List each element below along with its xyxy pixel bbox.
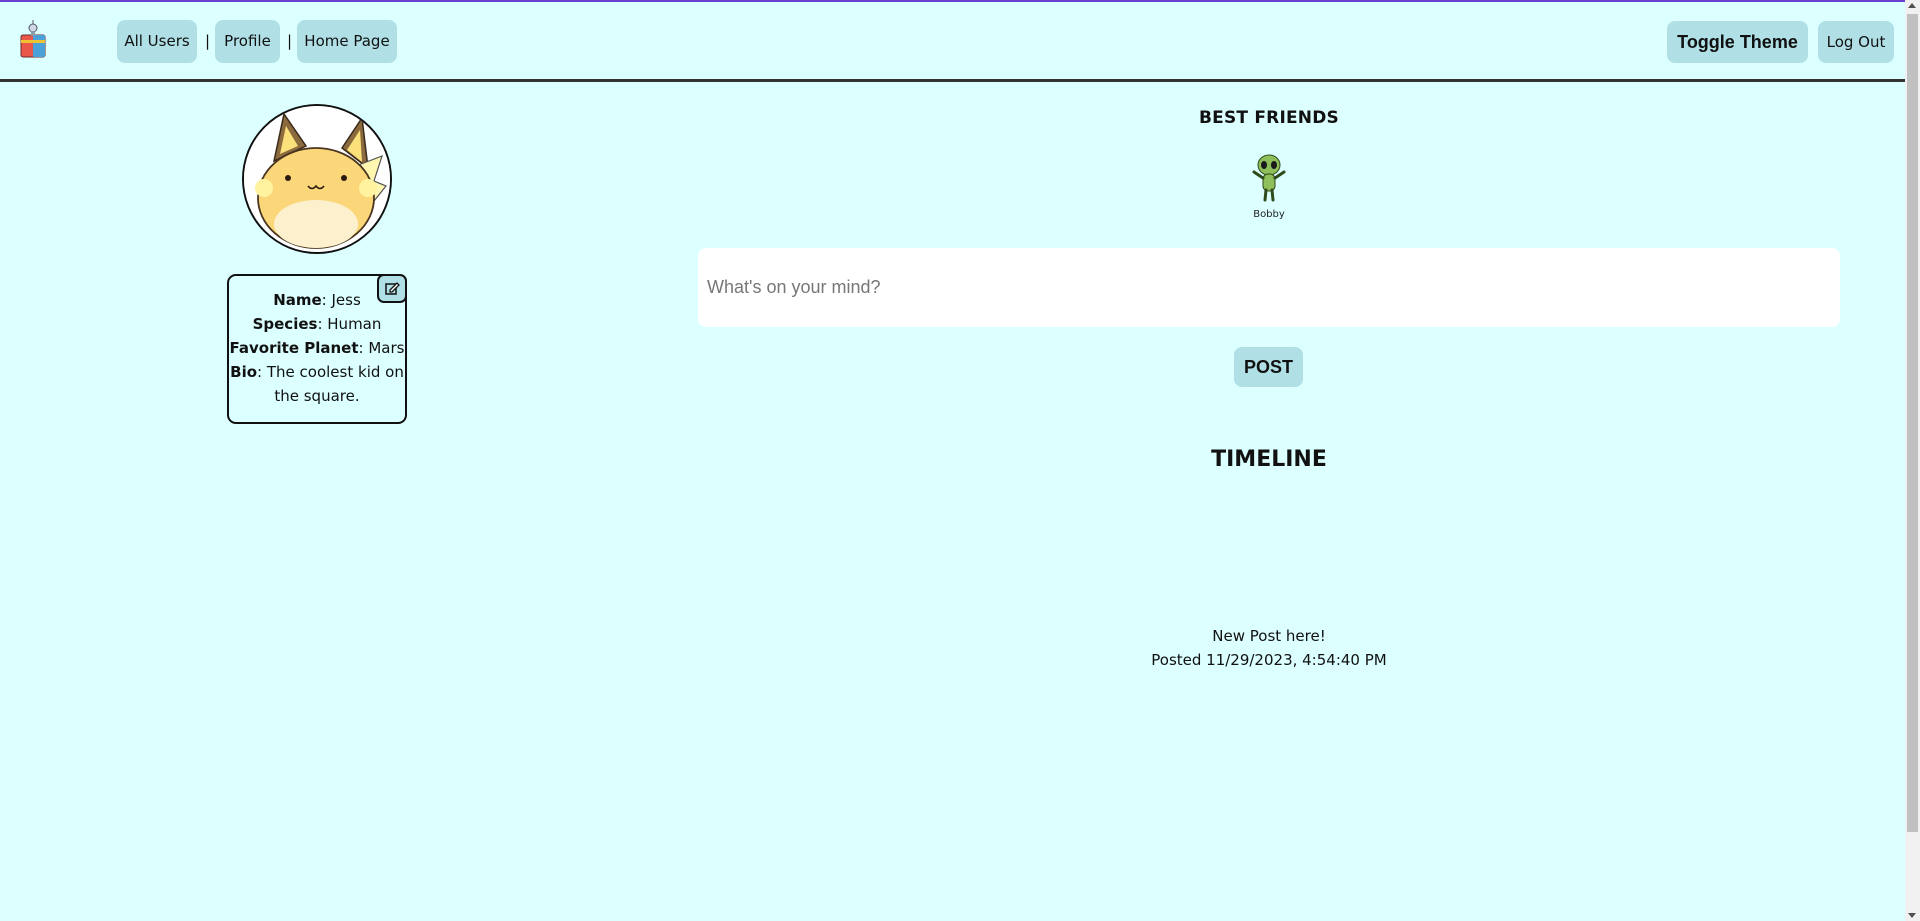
edit-profile-button[interactable] <box>377 274 407 303</box>
profile-name: Jess <box>331 291 361 309</box>
logout-button[interactable]: Log Out <box>1818 21 1894 63</box>
profile-bio: The coolest kid on the square. <box>266 363 404 405</box>
nav-separator: | <box>287 32 293 50</box>
friend-name: Bobby <box>1253 209 1285 220</box>
top-nav-bar: All Users | Profile | Home Page Toggle T… <box>0 2 1905 82</box>
post-input[interactable] <box>698 248 1840 327</box>
friend-card[interactable]: Bobby <box>1238 152 1300 220</box>
edit-icon <box>385 282 400 295</box>
nav-separator: | <box>205 32 211 50</box>
nav-home-page[interactable]: Home Page <box>297 20 397 63</box>
profile-planet: Mars <box>368 339 405 357</box>
alien-avatar-icon <box>1252 154 1286 202</box>
scrollbar-thumb[interactable] <box>1907 14 1918 832</box>
post-timestamp: Posted 11/29/2023, 4:54:40 PM <box>1151 651 1387 669</box>
nav-profile[interactable]: Profile <box>215 20 280 63</box>
profile-info-card: Name: Jess Species: Human Favorite Plane… <box>227 274 407 424</box>
planet-label: Favorite Planet <box>229 339 359 357</box>
nav-all-users[interactable]: All Users <box>117 20 197 63</box>
name-label: Name <box>273 291 322 309</box>
profile-species-row: Species: Human <box>252 315 382 333</box>
timeline-heading: TIMELINE <box>1211 447 1327 472</box>
profile-bio-row: Bio: The coolest kid on the square. <box>230 363 404 405</box>
toggle-theme-button[interactable]: Toggle Theme <box>1667 21 1808 63</box>
timeline-post: New Post here! Posted 11/29/2023, 4:54:4… <box>1100 624 1438 672</box>
best-friends-heading: BEST FRIENDS <box>1199 108 1339 128</box>
profile-planet-row: Favorite Planet: Mars <box>229 339 405 357</box>
vertical-scrollbar[interactable] <box>1905 0 1920 921</box>
scroll-up-arrow-icon[interactable] <box>1908 3 1916 8</box>
profile-avatar <box>242 104 392 254</box>
bio-label: Bio <box>230 363 258 381</box>
post-text: New Post here! <box>1212 627 1326 645</box>
app-logo[interactable] <box>18 18 50 60</box>
raichu-avatar-icon <box>244 106 390 252</box>
scroll-down-arrow-icon[interactable] <box>1908 913 1916 918</box>
species-label: Species <box>252 315 318 333</box>
post-button[interactable]: POST <box>1234 347 1303 387</box>
profile-species: Human <box>327 315 382 333</box>
